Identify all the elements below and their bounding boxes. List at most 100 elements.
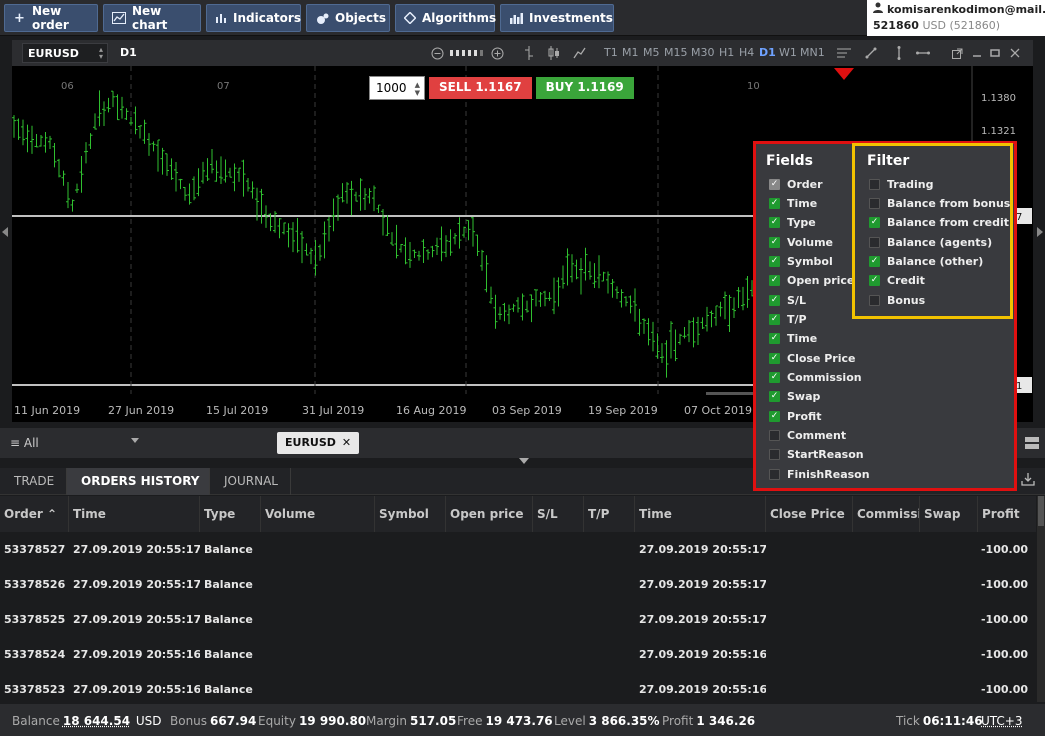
timezone-select[interactable]: UTC+3 — [981, 714, 1022, 728]
checkbox[interactable] — [769, 449, 780, 461]
field-option-startreason[interactable]: StartReason — [769, 447, 864, 463]
symbol-select[interactable]: EURUSD ▴ ▾ — [22, 43, 108, 63]
zoom-in-icon[interactable] — [490, 44, 504, 62]
checkbox[interactable]: ✓ — [769, 197, 780, 209]
symbol-chip[interactable]: EURUSD ✕ — [277, 432, 360, 454]
new-chart-button[interactable]: New chart — [103, 4, 201, 32]
checkbox[interactable]: ✓ — [769, 255, 780, 267]
zoom-out-icon[interactable] — [430, 44, 444, 62]
minimize-icon[interactable] — [970, 44, 984, 62]
filter-option-balance-from-bonus[interactable]: Balance from bonus — [869, 195, 1010, 211]
timeframe-m5[interactable]: M5 — [643, 46, 660, 59]
symbol-filter-select[interactable]: ≡ All — [10, 436, 39, 450]
checkbox[interactable]: ✓ — [869, 255, 880, 267]
checkbox[interactable]: ✓ — [769, 294, 780, 306]
column-sl[interactable]: S/L — [533, 496, 584, 532]
objects-button[interactable]: Objects — [306, 4, 390, 32]
table-row[interactable]: 53378524 27.09.2019 20:55:16 Balance 27.… — [0, 637, 1036, 672]
close-icon[interactable]: ✕ — [342, 436, 351, 450]
column-type[interactable]: Type — [200, 496, 261, 532]
checkbox[interactable] — [869, 178, 880, 190]
column-tp[interactable]: T/P — [584, 496, 635, 532]
timeframe-d1[interactable]: D1 — [759, 46, 776, 59]
field-option-time[interactable]: ✓ Time — [769, 195, 817, 211]
filter-option-bonus[interactable]: Bonus — [869, 292, 925, 308]
checkbox[interactable]: ✓ — [869, 275, 880, 287]
tab-trade[interactable]: TRADE — [0, 468, 67, 495]
timeframe-h1[interactable]: H1 — [719, 46, 734, 59]
checkbox[interactable] — [869, 197, 880, 209]
close-icon[interactable] — [1008, 44, 1022, 62]
column-close-time[interactable]: Time — [635, 496, 766, 532]
field-option-commission[interactable]: ✓ Commission — [769, 370, 862, 386]
field-option-volume[interactable]: ✓ Volume — [769, 234, 833, 250]
filter-option-balance-agents-[interactable]: Balance (agents) — [869, 234, 992, 250]
field-option-profit[interactable]: ✓ Profit — [769, 408, 821, 424]
table-row[interactable]: 53378525 27.09.2019 20:55:17 Balance 27.… — [0, 602, 1036, 637]
column-profit[interactable]: Profit — [978, 496, 1036, 532]
trendline-icon[interactable] — [864, 44, 878, 62]
field-option-close-price[interactable]: ✓ Close Price — [769, 350, 855, 366]
table-scrollbar[interactable] — [1037, 496, 1045, 702]
field-option-s-l[interactable]: ✓ S/L — [769, 292, 806, 308]
candle-chart-type-icon[interactable] — [547, 44, 561, 62]
bar-chart-type-icon[interactable] — [522, 44, 536, 62]
horizontal-line-icon[interactable] — [915, 44, 931, 62]
filter-option-balance-from-credit[interactable]: ✓ Balance from credit — [869, 215, 1009, 231]
zoom-slider[interactable] — [450, 44, 484, 62]
checkbox[interactable]: ✓ — [769, 333, 780, 345]
checkbox[interactable]: ✓ — [769, 217, 780, 229]
scrollbar-thumb[interactable] — [1038, 496, 1044, 526]
field-option-order[interactable]: ✓ Order — [769, 176, 823, 192]
table-row[interactable]: 53378527 27.09.2019 20:55:17 Balance 27.… — [0, 532, 1036, 567]
sell-button[interactable]: SELL 1.1167 — [429, 77, 532, 99]
timeframe-m1[interactable]: M1 — [622, 46, 639, 59]
checkbox[interactable]: ✓ — [769, 313, 780, 325]
field-option-finishreason[interactable]: FinishReason — [769, 466, 870, 482]
field-option-symbol[interactable]: ✓ Symbol — [769, 253, 833, 269]
checkbox[interactable]: ✓ — [769, 391, 780, 403]
tab-orders-history[interactable]: ORDERS HISTORY — [67, 468, 210, 495]
chart-scrollbar[interactable] — [706, 392, 756, 395]
timeframe-m15[interactable]: M15 — [664, 46, 688, 59]
checkbox[interactable]: ✓ — [769, 410, 780, 422]
detach-window-icon[interactable] — [950, 44, 964, 62]
table-row[interactable]: 53378523 27.09.2019 20:55:16 Balance 27.… — [0, 672, 1036, 707]
checkbox[interactable]: ✓ — [769, 352, 780, 364]
column-open-price[interactable]: Open price — [446, 496, 533, 532]
checkbox[interactable]: ✓ — [769, 236, 780, 248]
layout-toggle-icon[interactable] — [1025, 436, 1039, 450]
panel-resize-handle[interactable] — [519, 458, 529, 464]
timeframe-t1[interactable]: T1 — [604, 46, 618, 59]
field-option-open-price[interactable]: ✓ Open price — [769, 273, 854, 289]
filter-option-trading[interactable]: Trading — [869, 176, 934, 192]
checkbox[interactable]: ✓ — [769, 275, 780, 287]
column-commission[interactable]: Commissi — [853, 496, 920, 532]
buy-button[interactable]: BUY 1.1169 — [535, 77, 634, 99]
checkbox[interactable]: ✓ — [869, 217, 880, 229]
chevron-down-icon[interactable] — [131, 438, 139, 443]
column-close-price[interactable]: Close Price — [766, 496, 853, 532]
tab-journal[interactable]: JOURNAL — [210, 468, 291, 495]
checkbox[interactable] — [769, 468, 780, 480]
filter-option-balance-other-[interactable]: ✓ Balance (other) — [869, 253, 983, 269]
new-order-button[interactable]: + New order — [4, 4, 98, 32]
timeframe-m30[interactable]: M30 — [691, 46, 715, 59]
field-option-t-p[interactable]: ✓ T/P — [769, 311, 807, 327]
field-option-comment[interactable]: Comment — [769, 428, 846, 444]
algorithms-button[interactable]: Algorithms — [395, 4, 496, 32]
checkbox[interactable]: ✓ — [769, 372, 780, 383]
checkbox[interactable] — [869, 236, 880, 248]
timeframe-w1[interactable]: W1 — [779, 46, 797, 59]
investments-button[interactable]: Investments — [500, 4, 614, 32]
indicators-button[interactable]: Indicators — [206, 4, 301, 32]
column-order[interactable]: Order ⌃ — [0, 496, 69, 532]
table-row[interactable]: 53378526 27.09.2019 20:55:17 Balance 27.… — [0, 567, 1036, 602]
maximize-icon[interactable] — [988, 44, 1002, 62]
checkbox[interactable]: ✓ — [769, 178, 780, 190]
column-swap[interactable]: Swap — [920, 496, 978, 532]
right-panel-toggle[interactable] — [1033, 40, 1045, 424]
trade-lines-icon[interactable] — [836, 44, 852, 62]
timeframe-mn1[interactable]: MN1 — [800, 46, 825, 59]
account-panel[interactable]: komisarenkodimon@mail.ru 521860 USD (521… — [867, 0, 1045, 36]
